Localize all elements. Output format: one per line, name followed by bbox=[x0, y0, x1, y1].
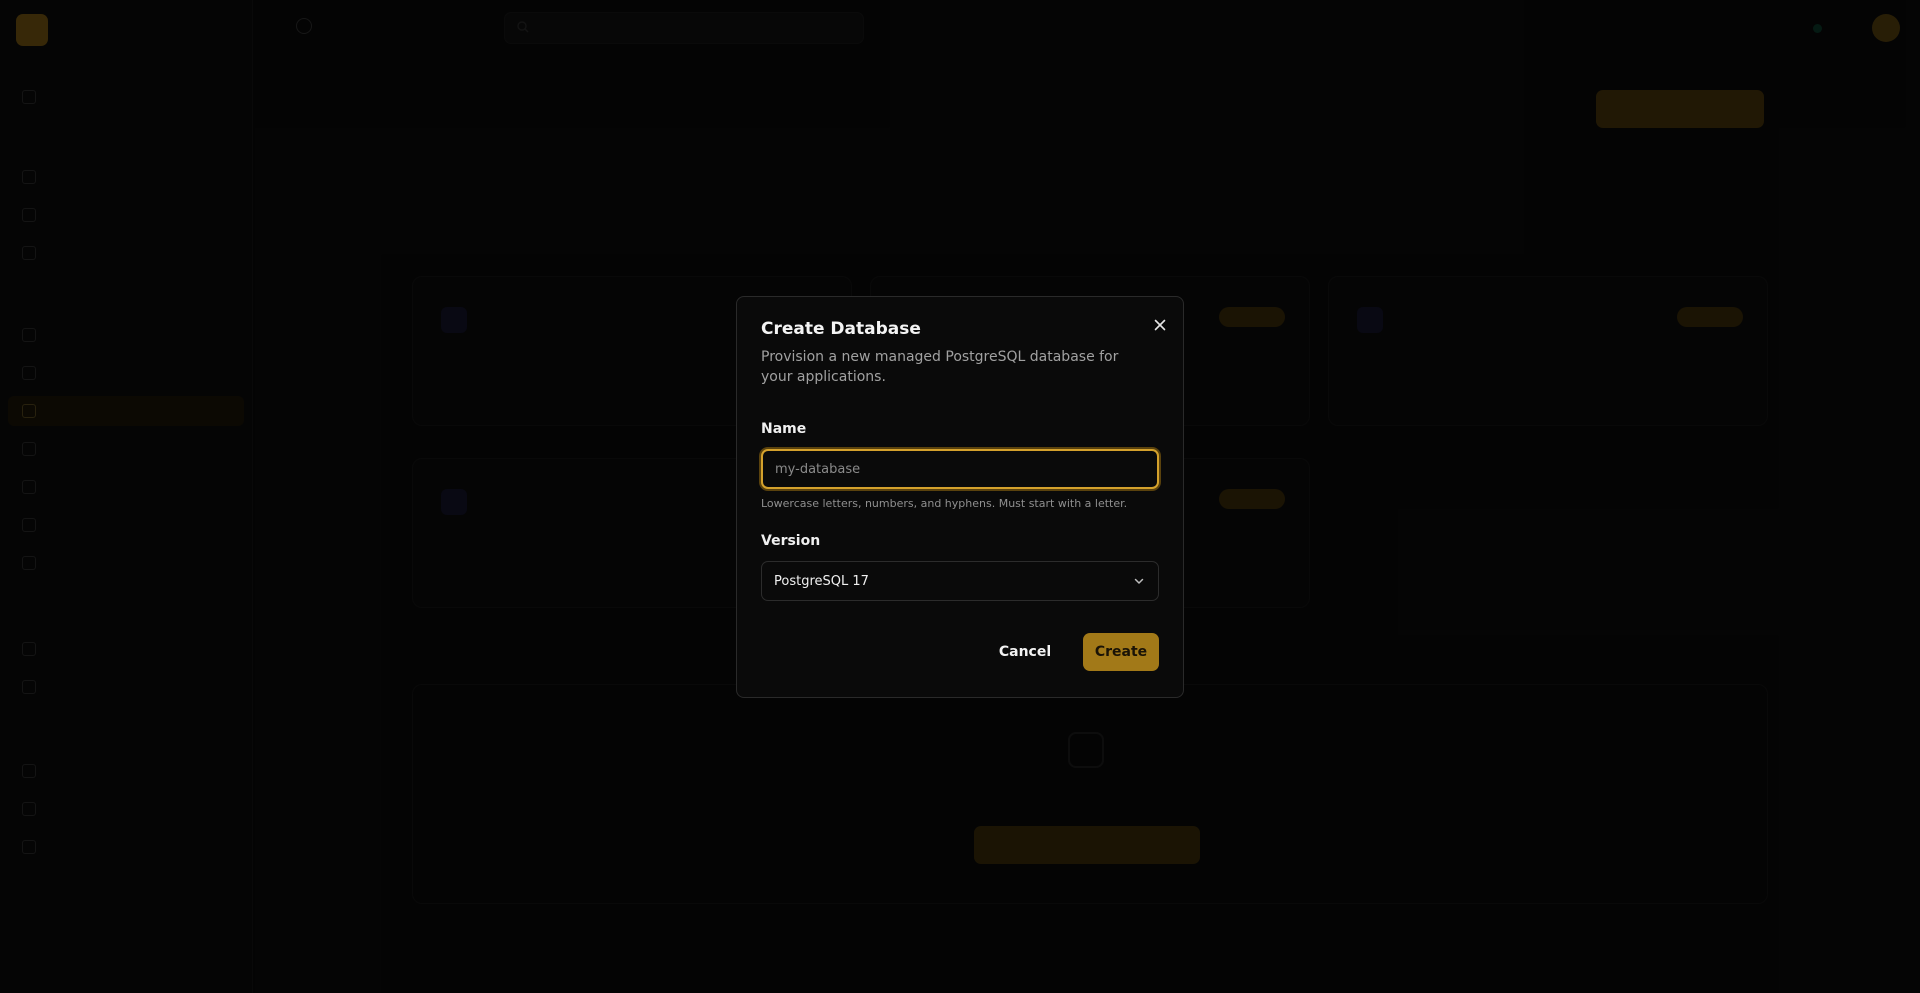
create-database-dialog: Create Database Provision a new managed … bbox=[736, 296, 1184, 698]
version-selected-value: PostgreSQL 17 bbox=[774, 573, 869, 589]
cancel-button[interactable]: Cancel bbox=[987, 633, 1063, 671]
chevron-down-icon bbox=[1132, 574, 1146, 588]
close-icon[interactable] bbox=[1151, 317, 1169, 335]
name-hint: Lowercase letters, numbers, and hyphens.… bbox=[761, 497, 1128, 510]
dialog-description: Provision a new managed PostgreSQL datab… bbox=[761, 349, 1119, 385]
version-label: Version bbox=[761, 533, 821, 549]
version-select[interactable]: PostgreSQL 17 bbox=[761, 561, 1159, 601]
name-label: Name bbox=[761, 421, 807, 437]
close-icon-glyph bbox=[1154, 319, 1166, 331]
database-name-input[interactable] bbox=[761, 449, 1159, 489]
create-button[interactable]: Create bbox=[1083, 633, 1159, 671]
dialog-title: Create Database bbox=[761, 319, 921, 339]
